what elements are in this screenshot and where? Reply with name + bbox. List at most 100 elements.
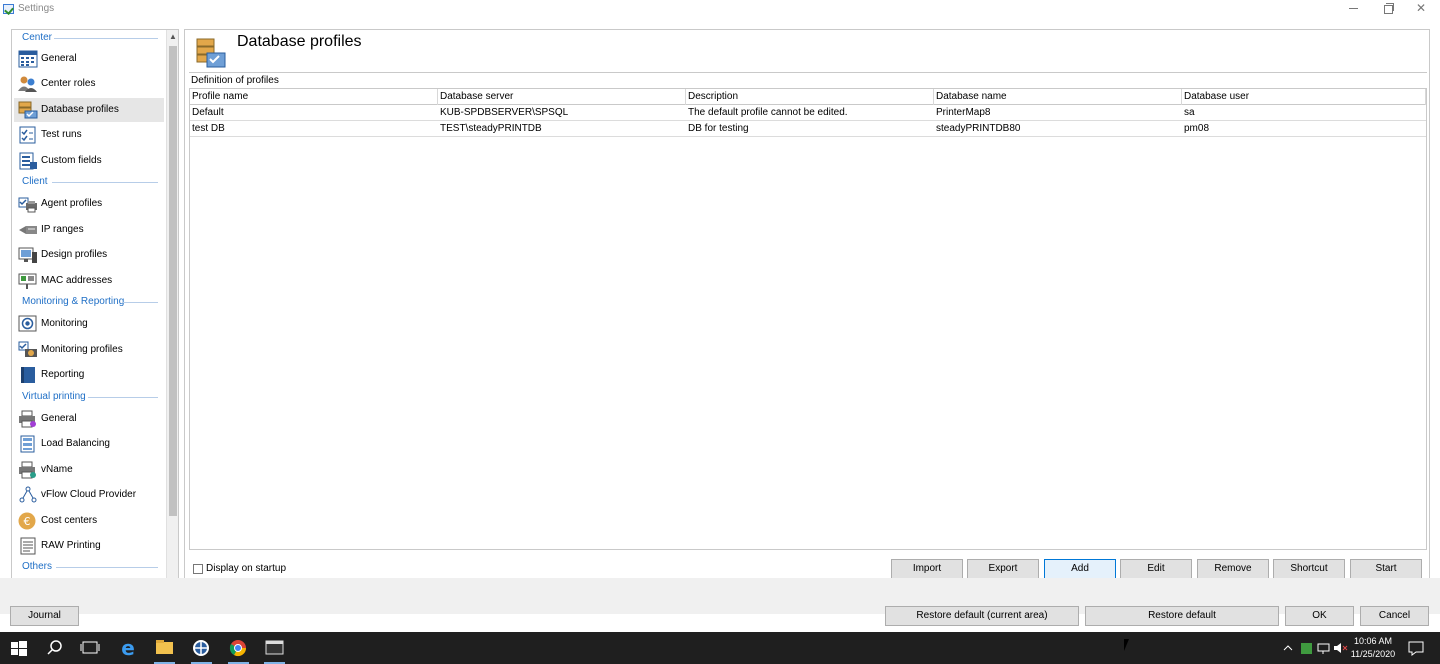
sidebar-item-design-profiles[interactable]: Design profiles (14, 243, 164, 267)
export-button[interactable]: Export (967, 559, 1039, 579)
column-header-database-server[interactable]: Database server (438, 89, 686, 105)
users-icon (18, 75, 38, 93)
table-row[interactable]: Default KUB-SPDBSERVER\SPSQL The default… (190, 105, 1426, 121)
sidebar-item-center-roles[interactable]: Center roles (14, 72, 164, 96)
sidebar-item-load-balancing[interactable]: Load Balancing (14, 432, 164, 456)
column-header-profile-name[interactable]: Profile name (190, 89, 438, 105)
sidebar-item-test-runs[interactable]: Test runs (14, 123, 164, 147)
steadyprint-app-icon[interactable] (183, 632, 220, 664)
journal-button[interactable]: Journal (10, 606, 79, 626)
sidebar-item-raw-printing[interactable]: RAW Printing (14, 534, 164, 558)
settings-window-taskbar-icon[interactable] (256, 632, 293, 664)
settings-sidebar: Center General Center roles Database pro… (11, 29, 179, 590)
tray-chevron-up-icon[interactable] (1278, 632, 1298, 664)
section-monitoring-reporting: Monitoring & Reporting (22, 295, 158, 309)
sidebar-item-general[interactable]: General (14, 47, 164, 71)
document-icon (18, 537, 38, 555)
sidebar-item-reporting[interactable]: Reporting (14, 363, 164, 387)
cell-profile-name: test DB (192, 123, 225, 134)
sidebar-scrollbar[interactable]: ▲ ▼ (166, 30, 178, 589)
column-header-database-name[interactable]: Database name (934, 89, 1182, 105)
divider (189, 72, 1427, 73)
dialog-footer: Journal Restore default (current area) R… (0, 578, 1440, 626)
agent-icon (18, 195, 38, 213)
window-title: Settings (18, 3, 55, 14)
section-virtual-printing: Virtual printing (22, 390, 158, 404)
column-header-database-user[interactable]: Database user (1182, 89, 1426, 105)
database-profiles-icon (196, 38, 226, 68)
sidebar-item-vname[interactable]: vName (14, 458, 164, 482)
sidebar-item-vflow-cloud-provider[interactable]: vFlow Cloud Provider (14, 483, 164, 507)
scroll-up-icon[interactable]: ▲ (167, 30, 178, 44)
cell-database-user: sa (1184, 107, 1195, 118)
checkbox-box[interactable] (193, 564, 203, 574)
sidebar-item-database-profiles[interactable]: Database profiles (14, 98, 164, 122)
cell-database-name: PrinterMap8 (936, 107, 991, 118)
import-button[interactable]: Import (891, 559, 963, 579)
ok-button[interactable]: OK (1285, 606, 1354, 626)
clock-date[interactable]: 11/25/2020 (1350, 649, 1396, 660)
cloud-flow-icon (18, 486, 38, 504)
edge-browser-icon[interactable]: e (110, 632, 147, 664)
restore-window-button[interactable] (1370, 0, 1404, 18)
database-icon (18, 101, 38, 119)
edit-button[interactable]: Edit (1120, 559, 1192, 579)
sidebar-item-virtual-general[interactable]: General (14, 407, 164, 431)
section-center: Center (22, 31, 158, 45)
minimize-button[interactable] (1336, 0, 1370, 18)
section-title: Client (22, 176, 48, 187)
clock-time[interactable]: 10:06 AM (1350, 636, 1396, 647)
sidebar-item-ip-ranges[interactable]: IP ranges (14, 218, 164, 242)
form-icon (18, 152, 38, 170)
close-button[interactable]: ✕ (1404, 0, 1438, 18)
add-button[interactable]: Add (1044, 559, 1116, 579)
restore-default-current-area-button[interactable]: Restore default (current area) (885, 606, 1079, 626)
volume-muted-icon[interactable] (1332, 632, 1349, 664)
sidebar-item-cost-centers[interactable]: € Cost centers (14, 509, 164, 533)
network-plug-icon (18, 221, 38, 239)
network-icon[interactable] (1315, 632, 1332, 664)
tray-app-icon[interactable] (1298, 632, 1315, 664)
file-explorer-icon[interactable] (146, 632, 183, 664)
cell-profile-name: Default (192, 107, 224, 118)
printer-icon (18, 410, 38, 428)
sidebar-item-monitoring[interactable]: Monitoring (14, 312, 164, 336)
section-others: Others (22, 560, 158, 574)
search-icon[interactable] (37, 632, 74, 664)
section-title: Others (22, 561, 53, 572)
start-button[interactable]: Start (1350, 559, 1422, 579)
cell-database-server: KUB-SPDBSERVER\SPSQL (440, 107, 569, 118)
monitoring-icon (18, 315, 38, 333)
content-panel: Database profiles Definition of profiles… (184, 29, 1430, 590)
table-row[interactable]: test DB TEST\steadyPRINTDB DB for testin… (190, 121, 1426, 137)
checkbox-label: Display on startup (206, 563, 287, 574)
sidebar-item-mac-addresses[interactable]: MAC addresses (14, 269, 164, 293)
group-title: Definition of profiles (191, 75, 279, 86)
scrollbar-thumb[interactable] (169, 46, 177, 516)
monitoring-profile-icon (18, 341, 38, 359)
monitor-design-icon (18, 246, 38, 264)
cancel-button[interactable]: Cancel (1360, 606, 1429, 626)
chrome-browser-icon[interactable] (220, 632, 257, 664)
restore-default-button[interactable]: Restore default (1085, 606, 1279, 626)
task-view-icon[interactable] (72, 632, 109, 664)
shortcut-button[interactable]: Shortcut (1273, 559, 1345, 579)
checklist-icon (18, 126, 38, 144)
cell-description: DB for testing (688, 123, 749, 134)
sidebar-item-monitoring-profiles[interactable]: Monitoring profiles (14, 338, 164, 362)
euro-icon: € (18, 512, 38, 530)
windows-taskbar: e 10:06 AM 11/25/2020 (0, 632, 1440, 664)
windows-start-icon[interactable] (0, 632, 37, 664)
grid-icon (18, 50, 38, 68)
section-client: Client (22, 175, 158, 189)
sidebar-item-agent-profiles[interactable]: Agent profiles (14, 192, 164, 216)
column-header-description[interactable]: Description (686, 89, 934, 105)
svg-text:€: € (24, 515, 31, 528)
remove-button[interactable]: Remove (1197, 559, 1269, 579)
settings-app-icon (3, 4, 14, 14)
table-header: Profile name Database server Description… (190, 89, 1426, 105)
sidebar-item-custom-fields[interactable]: Custom fields (14, 149, 164, 173)
section-title: Virtual printing (22, 391, 86, 402)
title-bar: Settings ✕ (0, 0, 1440, 18)
action-center-icon[interactable] (1404, 632, 1428, 664)
